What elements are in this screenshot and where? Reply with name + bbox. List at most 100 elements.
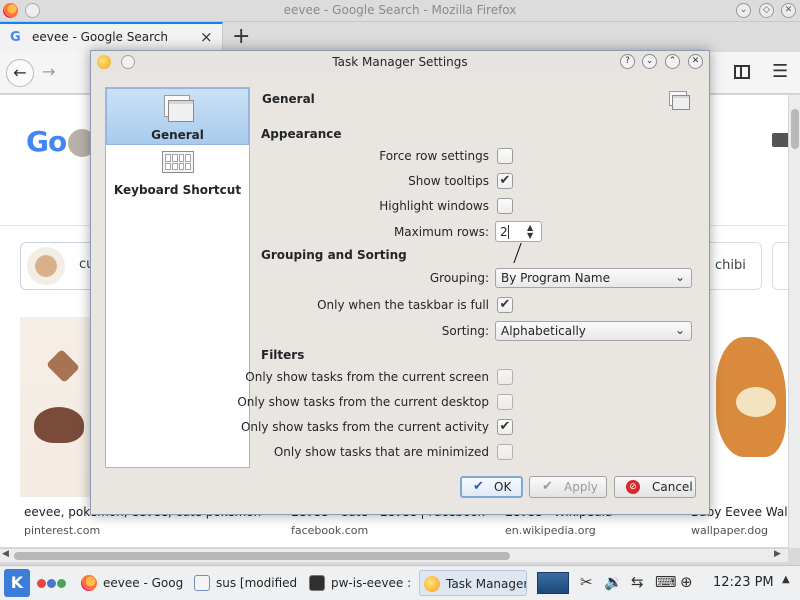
help-icon[interactable]: ? — [620, 54, 635, 69]
maximum-rows-spinbox[interactable]: 2 ▲ ▼ — [495, 221, 542, 242]
chip-thumbnail — [27, 247, 65, 285]
firefox-tab-strip: G eevee - Google Search × + — [0, 22, 800, 52]
sidebar-item-keyboard-shortcut[interactable]: Keyboard Shortcut — [106, 145, 249, 202]
only-when-full-checkbox[interactable]: ✔ — [497, 297, 513, 313]
maximize-icon[interactable]: ◇ — [759, 3, 774, 18]
spinbox-value: 2 — [500, 225, 508, 239]
force-row-settings-label: Force row settings — [379, 149, 489, 163]
show-tooltips-label: Show tooltips — [408, 174, 489, 188]
check-icon: ✔ — [542, 479, 553, 494]
ok-label: OK — [494, 480, 512, 494]
text-caret — [508, 225, 509, 239]
cancel-icon: ⊘ — [626, 480, 640, 494]
maximum-rows-label: Maximum rows: — [393, 225, 489, 239]
sorting-select[interactable]: Alphabetically ⌄ — [495, 321, 692, 341]
highlight-windows-checkbox[interactable] — [497, 198, 513, 214]
text-editor-icon — [194, 575, 210, 591]
check-icon: ✔ — [473, 479, 484, 494]
back-button[interactable]: ← — [6, 59, 34, 87]
chip-label: chibi — [715, 258, 746, 273]
current-screen-checkbox[interactable] — [497, 369, 513, 385]
terminal-icon — [309, 575, 325, 591]
scroll-left-icon[interactable]: ◀ — [2, 549, 9, 559]
new-tab-button[interactable]: + — [232, 24, 250, 49]
minimized-label: Only show tasks that are minimized — [273, 445, 489, 459]
scroll-thumb[interactable] — [14, 552, 510, 560]
scissors-icon[interactable]: ✂ — [580, 573, 593, 591]
tab-eevee-search[interactable]: G eevee - Google Search × — [0, 22, 223, 52]
cancel-label: Cancel — [652, 480, 693, 494]
scroll-right-icon[interactable]: ▶ — [774, 549, 781, 559]
result-source: en.wikipedia.org — [505, 524, 596, 537]
settings-sidebar: General Keyboard Shortcut — [105, 87, 250, 468]
sidebar-toggle-icon[interactable] — [734, 65, 750, 79]
current-desktop-checkbox[interactable] — [497, 394, 513, 410]
volume-icon[interactable]: 🔉 — [604, 573, 623, 591]
appearance-heading: Appearance — [261, 127, 342, 141]
task-label: sus [modified] — [216, 576, 298, 590]
firefox-icon — [81, 575, 97, 591]
filter-chip[interactable] — [772, 242, 788, 290]
chevron-down-icon: ⌄ — [674, 270, 685, 284]
grouping-value: By Program Name — [501, 271, 610, 285]
vertical-scrollbar[interactable] — [788, 95, 800, 548]
hamburger-menu-icon[interactable]: ☰ — [772, 61, 788, 82]
current-activity-checkbox[interactable]: ✔ — [497, 419, 513, 435]
task-manager-settings-dialog: Task Manager Settings ? ⌄ ⌃ ✕ General Ke… — [90, 50, 710, 515]
minimized-checkbox[interactable] — [497, 444, 513, 460]
result-image[interactable] — [20, 317, 92, 497]
firefox-window-title: eevee - Google Search - Mozilla Firefox — [283, 3, 517, 17]
task-label: Task Manager — [446, 577, 527, 591]
dialog-title: Task Manager Settings — [332, 55, 468, 69]
minimize-icon[interactable]: ⌄ — [642, 54, 657, 69]
sorting-value: Alphabetically — [501, 324, 586, 338]
spin-down-icon[interactable]: ▼ — [527, 231, 533, 240]
task-text-editor[interactable]: sus [modified] — [190, 570, 298, 596]
task-terminal[interactable]: pw-is-eevee : b — [305, 570, 413, 596]
close-icon[interactable]: ✕ — [781, 3, 796, 18]
sidebar-item-general[interactable]: General — [106, 88, 249, 145]
tab-label: eevee - Google Search — [32, 30, 168, 44]
force-row-settings-checkbox[interactable] — [497, 148, 513, 164]
usb-icon[interactable]: ⇆ — [631, 573, 644, 591]
filters-heading: Filters — [261, 348, 305, 362]
task-label: pw-is-eevee : b — [331, 576, 413, 590]
grouping-select[interactable]: By Program Name ⌄ — [495, 268, 692, 288]
task-task-manager[interactable]: Task Manager — [419, 570, 527, 596]
current-activity-label: Only show tasks from the current activit… — [240, 420, 489, 434]
dialog-titlebar: Task Manager Settings ? ⌄ ⌃ ✕ — [91, 51, 709, 73]
minimize-icon[interactable]: ⌄ — [736, 3, 751, 18]
keyboard-icon — [162, 151, 194, 173]
current-desktop-label: Only show tasks from the current desktop — [237, 395, 489, 409]
current-screen-label: Only show tasks from the current screen — [245, 370, 489, 384]
apply-button[interactable]: ✔ Apply — [529, 476, 607, 498]
close-icon[interactable]: ✕ — [688, 54, 703, 69]
sidebar-item-label: General — [151, 128, 204, 142]
network-icon[interactable]: ⊕ — [680, 573, 693, 591]
result-source: pinterest.com — [24, 524, 101, 537]
activity-switcher-icon[interactable] — [37, 577, 67, 591]
application-launcher-button[interactable]: K — [4, 569, 30, 597]
tab-close-icon[interactable]: × — [200, 28, 213, 46]
forward-button[interactable]: → — [42, 62, 55, 81]
show-tooltips-checkbox[interactable]: ✔ — [497, 173, 513, 189]
ok-button[interactable]: ✔ OK — [460, 476, 523, 498]
taskbar: K eevee - Goog sus [modified] pw-is-eeve… — [0, 565, 800, 600]
scroll-thumb[interactable] — [791, 109, 799, 149]
tray-expand-icon[interactable]: ▲ — [782, 574, 790, 585]
horizontal-scrollbar[interactable]: ◀ ▶ — [0, 548, 788, 562]
camera-search-icon[interactable] — [772, 133, 788, 147]
highlight-windows-label: Highlight windows — [379, 199, 489, 213]
result-image[interactable] — [706, 317, 788, 497]
sidebar-item-label: Keyboard Shortcut — [113, 183, 242, 197]
clock[interactable]: 12:23 PM — [713, 575, 774, 590]
cancel-button[interactable]: ⊘ Cancel — [614, 476, 696, 498]
maximize-icon[interactable]: ⌃ — [665, 54, 680, 69]
sorting-label: Sorting: — [441, 324, 489, 338]
virtual-desktop-pager[interactable] — [537, 572, 569, 594]
clipboard-icon[interactable]: ⌨ — [655, 573, 677, 591]
task-firefox[interactable]: eevee - Goog — [77, 570, 183, 596]
firefox-titlebar: eevee - Google Search - Mozilla Firefox … — [0, 0, 800, 22]
grouping-label: Grouping: — [429, 271, 489, 285]
chevron-down-icon: ⌄ — [674, 323, 685, 337]
